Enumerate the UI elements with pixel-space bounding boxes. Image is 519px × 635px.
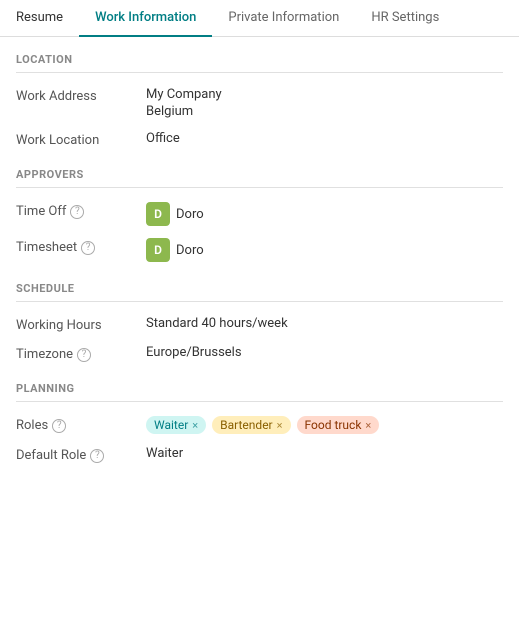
work-address-country[interactable]: Belgium [146, 104, 503, 119]
timezone-value: Europe/Brussels [146, 345, 503, 360]
time-off-avatar: D [146, 202, 170, 226]
tag-bartender-label: Bartender [220, 418, 272, 432]
location-section: LOCATION Work Address My Company Belgium… [16, 53, 503, 148]
time-off-label: Time Off ? [16, 202, 146, 219]
roles-tags: Waiter × Bartender × Food truck × [146, 416, 503, 434]
timesheet-row: Timesheet ? D Doro [16, 238, 503, 262]
time-off-row: Time Off ? D Doro [16, 202, 503, 226]
roles-row: Roles ? Waiter × Bartender × Food truck … [16, 416, 503, 434]
tag-food-truck-label: Food truck [305, 418, 362, 432]
working-hours-label: Working Hours [16, 316, 146, 333]
tag-bartender[interactable]: Bartender × [212, 416, 290, 434]
default-role-row: Default Role ? Waiter [16, 446, 503, 463]
tab-resume[interactable]: Resume [0, 0, 79, 37]
time-off-value: D Doro [146, 202, 503, 226]
tab-private-information[interactable]: Private Information [212, 0, 355, 37]
default-role-value: Waiter [146, 446, 503, 461]
location-header: LOCATION [16, 53, 503, 73]
approvers-section: APPROVERS Time Off ? D Doro Timesheet ? … [16, 168, 503, 262]
default-role-help-icon[interactable]: ? [90, 449, 104, 463]
tab-work-information[interactable]: Work Information [79, 0, 212, 37]
work-location-row: Work Location Office [16, 131, 503, 148]
roles-help-icon[interactable]: ? [52, 419, 66, 433]
planning-header: PLANNING [16, 382, 503, 402]
schedule-section: SCHEDULE Working Hours Standard 40 hours… [16, 282, 503, 362]
default-role-label: Default Role ? [16, 446, 146, 463]
planning-section: PLANNING Roles ? Waiter × Bartender × [16, 382, 503, 463]
work-location-label: Work Location [16, 131, 146, 148]
tag-food-truck[interactable]: Food truck × [297, 416, 380, 434]
tag-bartender-close[interactable]: × [277, 419, 283, 432]
roles-label: Roles ? [16, 416, 146, 433]
time-off-approver-name: Doro [176, 207, 204, 222]
work-address-value: My Company Belgium [146, 87, 503, 119]
tag-waiter-close[interactable]: × [192, 419, 198, 432]
schedule-header: SCHEDULE [16, 282, 503, 302]
timesheet-approver-name: Doro [176, 243, 204, 258]
work-location-value: Office [146, 131, 503, 146]
roles-value: Waiter × Bartender × Food truck × [146, 416, 503, 434]
timesheet-value: D Doro [146, 238, 503, 262]
time-off-help-icon[interactable]: ? [70, 205, 84, 219]
time-off-approver: D Doro [146, 202, 204, 226]
timesheet-approver: D Doro [146, 238, 204, 262]
tab-hr-settings[interactable]: HR Settings [355, 0, 455, 37]
timesheet-label: Timesheet ? [16, 238, 146, 255]
tag-waiter-label: Waiter [154, 418, 188, 432]
tag-food-truck-close[interactable]: × [365, 419, 371, 432]
work-address-label: Work Address [16, 87, 146, 104]
tag-waiter[interactable]: Waiter × [146, 416, 206, 434]
timesheet-help-icon[interactable]: ? [81, 241, 95, 255]
work-address-company[interactable]: My Company [146, 87, 503, 102]
timezone-row: Timezone ? Europe/Brussels [16, 345, 503, 362]
main-content: LOCATION Work Address My Company Belgium… [0, 37, 519, 507]
work-address-row: Work Address My Company Belgium [16, 87, 503, 119]
tab-bar: Resume Work Information Private Informat… [0, 0, 519, 37]
timesheet-avatar: D [146, 238, 170, 262]
timezone-help-icon[interactable]: ? [77, 348, 91, 362]
approvers-header: APPROVERS [16, 168, 503, 188]
working-hours-value: Standard 40 hours/week [146, 316, 503, 331]
working-hours-row: Working Hours Standard 40 hours/week [16, 316, 503, 333]
timezone-label: Timezone ? [16, 345, 146, 362]
